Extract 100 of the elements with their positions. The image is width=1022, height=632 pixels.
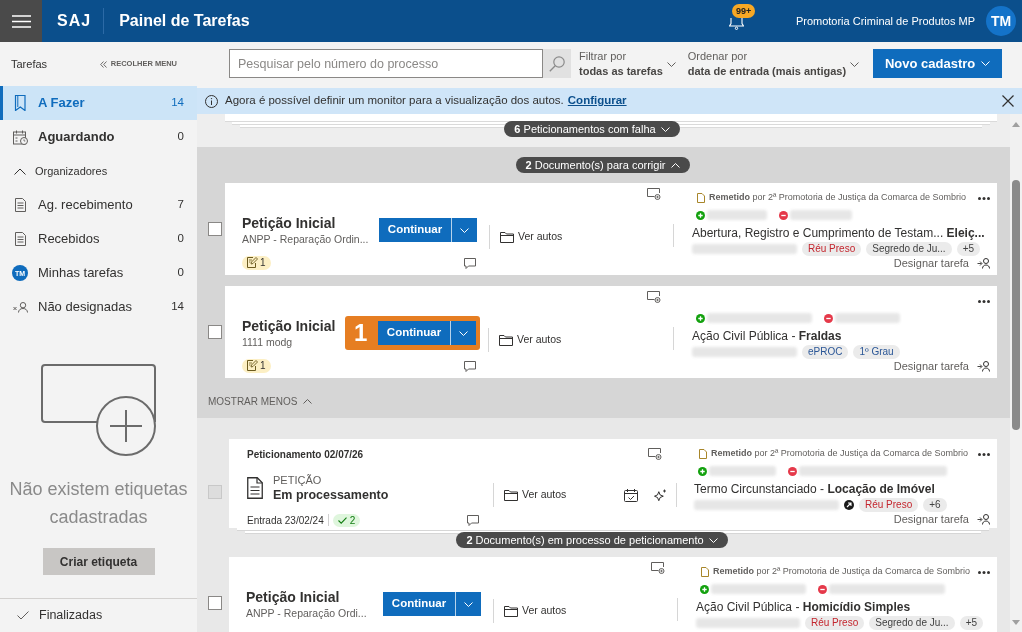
group-toggle[interactable]: 2 Documento(s) para corrigir — [515, 157, 690, 173]
filter-dropdown[interactable]: Filtrar por todas as tarefas — [579, 49, 676, 79]
task-title: Petição Inicial — [242, 214, 337, 232]
continue-button[interactable]: Continuar — [379, 218, 451, 242]
checkbox[interactable] — [208, 325, 222, 339]
monitor-icon[interactable] — [647, 291, 661, 303]
view-files-link[interactable]: Ver autos — [504, 603, 567, 619]
task-title: Petição Inicial — [242, 317, 337, 335]
sidebar-item[interactable]: Aguardando 0 — [0, 120, 197, 154]
chevron-up-icon — [303, 398, 313, 404]
sidebar-item[interactable]: Não designadas 14 — [0, 290, 197, 324]
bookmark-icon — [14, 95, 26, 111]
case-subject: Ação Civil Pública - Fraldas — [692, 328, 843, 345]
sidebar-item[interactable]: Recebidos 0 — [0, 222, 197, 256]
minus-circle-icon — [824, 313, 833, 323]
more-icon[interactable] — [978, 196, 990, 200]
banner-message: Agora é possível definir um monitor para a visualização dos autos. — [225, 93, 564, 109]
plus-circle-icon — [700, 584, 709, 594]
tag: +5 — [959, 616, 984, 630]
more-icon[interactable] — [978, 570, 990, 574]
monitor-icon[interactable] — [651, 562, 665, 574]
monitor-icon[interactable] — [647, 188, 661, 200]
close-icon[interactable] — [1002, 95, 1014, 107]
tag: ePROC — [802, 345, 849, 359]
task-subtitle: ANPP - Reparação Ordin... — [242, 231, 370, 246]
organizers-toggle[interactable]: Organizadores — [0, 154, 197, 188]
document-icon — [14, 232, 26, 246]
tag: Réu Preso — [805, 616, 865, 630]
step-number: 1 — [354, 319, 369, 347]
note-count: 1 — [260, 255, 266, 270]
case-subject: Ação Civil Pública - Homicídio Simples — [696, 599, 912, 616]
note-edit-icon — [247, 360, 258, 371]
task-subtitle: ANPP - Reparação Ordi... — [246, 605, 368, 620]
task-subtitle: 1111 modg — [242, 334, 294, 349]
view-files-link[interactable]: Ver autos — [499, 332, 562, 348]
scrollbar-thumb[interactable] — [1012, 180, 1020, 430]
checkbox[interactable] — [208, 596, 222, 610]
more-icon[interactable] — [978, 452, 990, 456]
tag: Réu Preso — [859, 498, 919, 512]
folder-icon — [504, 605, 518, 617]
arrow-person-icon — [977, 360, 990, 372]
new-record-button[interactable]: Novo cadastro — [873, 49, 1003, 78]
plus-circle-icon — [696, 210, 705, 220]
sidebar-item[interactable]: Finalizadas — [0, 599, 197, 632]
page-title: Painel de Tarefas — [119, 11, 250, 31]
view-files-link[interactable]: Ver autos — [500, 229, 563, 245]
continue-button[interactable]: Continuar — [378, 321, 450, 345]
plus-circle-icon — [696, 313, 705, 323]
chevron-down-icon — [850, 61, 860, 67]
document-icon — [699, 449, 707, 459]
minus-circle-icon — [818, 584, 827, 594]
sidebar-item[interactable]: A Fazer 14 — [0, 86, 197, 120]
person-x-icon — [12, 301, 28, 313]
sparkle-icon[interactable] — [654, 488, 668, 502]
menu-button[interactable] — [0, 0, 42, 42]
continue-dropdown-button[interactable] — [450, 321, 476, 345]
sidebar-item[interactable]: Ag. recebimento 7 — [0, 188, 197, 222]
comment-icon[interactable] — [464, 360, 476, 372]
assign-task-button[interactable]: Designar tarefa — [893, 256, 990, 270]
arrow-person-icon — [977, 513, 990, 525]
blurred-text — [835, 313, 900, 323]
tag: 1º Grau — [853, 345, 900, 359]
show-less-button[interactable]: MOSTRAR MENOS — [208, 395, 313, 407]
minus-circle-icon — [788, 466, 797, 476]
search-field[interactable]: Pesquisar pelo número do processo — [229, 49, 543, 78]
comment-icon[interactable] — [464, 257, 476, 269]
case-subject: Termo Circunstanciado - Locação de Imóvel — [694, 481, 936, 498]
sort-dropdown[interactable]: Ordenar por data de entrada (mais antigas) — [687, 49, 860, 79]
folder-icon — [499, 334, 513, 346]
tag: +5 — [956, 242, 981, 256]
blurred-text — [709, 466, 776, 476]
continue-dropdown-button[interactable] — [455, 592, 481, 616]
petition-status: Em processamento — [273, 487, 390, 503]
bell-icon[interactable] — [728, 18, 744, 30]
app-logo: SAJ — [57, 11, 92, 31]
calendar-check-icon[interactable] — [624, 488, 639, 502]
user-avatar[interactable]: TM — [986, 6, 1016, 36]
group-toggle[interactable]: 6 Peticionamentos com falha — [504, 121, 680, 137]
task-title: Petição Inicial — [246, 588, 341, 606]
document-icon — [697, 193, 705, 203]
document-icon — [14, 198, 26, 212]
monitor-icon[interactable] — [648, 448, 662, 460]
more-icon[interactable] — [978, 299, 990, 303]
chevron-down-icon — [464, 601, 473, 607]
continue-button[interactable]: Continuar — [383, 592, 455, 616]
create-label-button[interactable]: Criar etiqueta — [42, 548, 155, 575]
tag: Réu Preso — [802, 242, 862, 256]
arrow-circle-icon — [844, 500, 854, 510]
configure-link[interactable]: Configurar — [567, 92, 627, 110]
chevron-down-icon — [981, 61, 991, 66]
organization-name: Promotoria Criminal de Produtos MP — [795, 13, 975, 29]
assign-task-button[interactable]: Designar tarefa — [893, 359, 990, 373]
info-icon — [205, 94, 218, 108]
chevron-down-icon — [666, 61, 676, 67]
continue-dropdown-button[interactable] — [451, 218, 477, 242]
document-icon — [247, 477, 263, 499]
menu-icon — [11, 14, 31, 28]
comment-icon[interactable] — [467, 514, 479, 526]
double-chevron-left-icon — [99, 60, 107, 68]
checkbox[interactable] — [208, 222, 222, 236]
